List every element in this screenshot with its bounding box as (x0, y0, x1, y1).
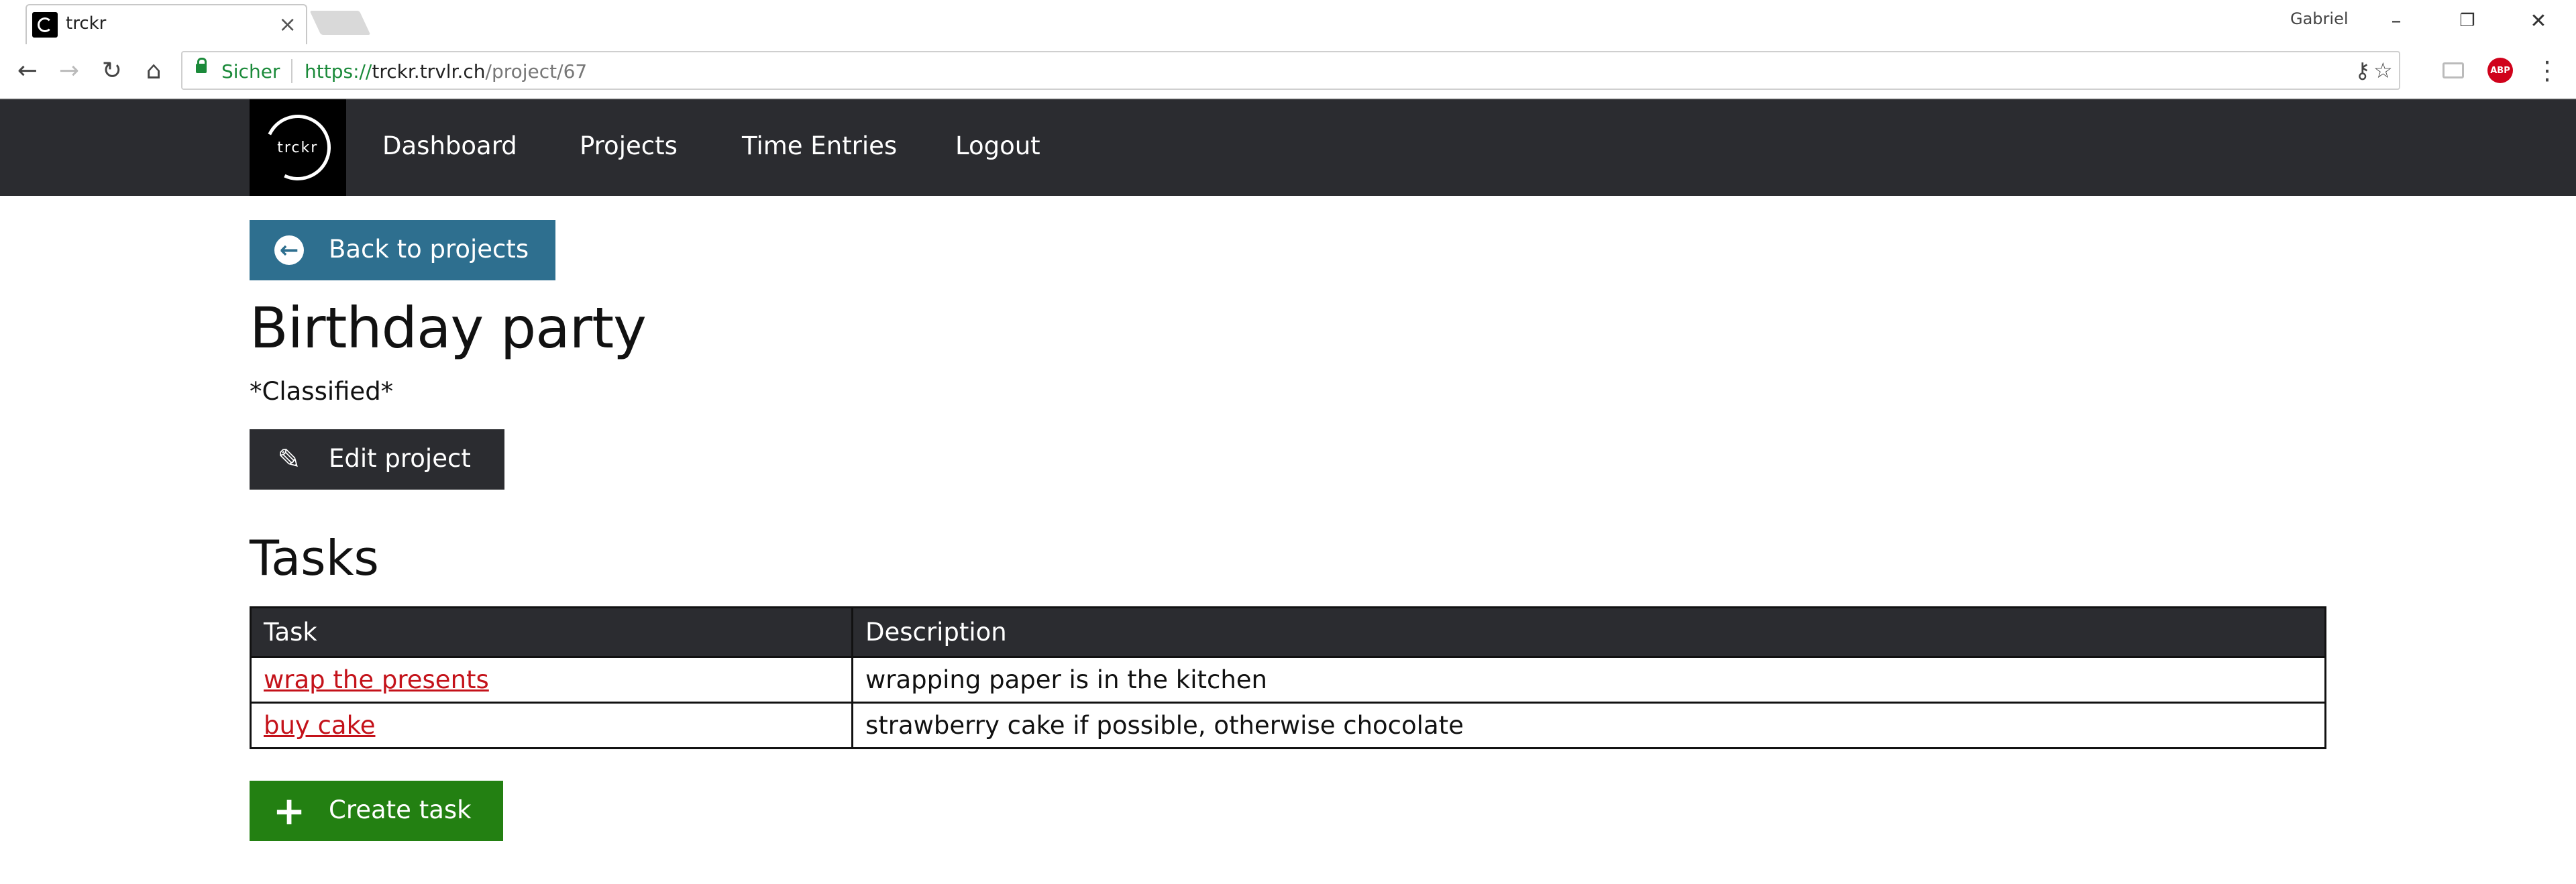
url-path: /project/67 (485, 60, 588, 82)
divider (291, 59, 292, 83)
column-header-task: Task (250, 606, 853, 658)
home-icon[interactable]: ⌂ (137, 54, 170, 87)
task-cell: buy cake (250, 702, 853, 749)
edit-icon: ✎ (277, 443, 301, 476)
tasks-table: Task Description wrap the presents wrapp… (250, 606, 2326, 749)
tab-title: trckr (66, 13, 107, 34)
nav-time-entries[interactable]: Time Entries (742, 131, 897, 160)
description-cell: strawberry cake if possible, otherwise c… (851, 702, 2326, 749)
column-header-description: Description (851, 606, 2326, 658)
edit-project-label: Edit project (329, 444, 471, 473)
menu-icon[interactable]: ⋮ (2532, 55, 2563, 86)
table-header-row: Task Description (250, 606, 2326, 658)
description-cell: wrapping paper is in the kitchen (851, 656, 2326, 704)
nav-logout[interactable]: Logout (955, 131, 1040, 160)
favicon-icon (32, 12, 58, 38)
tasks-heading: Tasks (250, 530, 379, 586)
nav-dashboard[interactable]: Dashboard (382, 131, 517, 160)
reload-icon[interactable]: ↻ (95, 54, 129, 87)
create-task-button[interactable]: + Create task (250, 781, 503, 841)
back-icon[interactable]: ← (11, 54, 44, 87)
task-cell: wrap the presents (250, 656, 853, 704)
browser-tab[interactable]: trckr × (25, 4, 307, 44)
edit-project-button[interactable]: ✎ Edit project (250, 429, 504, 490)
back-to-projects-button[interactable]: ← Back to projects (250, 220, 555, 280)
brand-text: trckr (277, 139, 319, 156)
url-host: trckr.trvlr.ch (372, 60, 486, 82)
bookmark-star-icon[interactable]: ☆ (2373, 58, 2393, 83)
browser-tabstrip: trckr × Gabriel – ❐ ✕ (0, 0, 2576, 44)
close-window-button[interactable]: ✕ (2504, 3, 2573, 39)
create-task-label: Create task (329, 795, 472, 824)
restore-button[interactable]: ❐ (2432, 3, 2502, 39)
table-row: buy cake strawberry cake if possible, ot… (250, 702, 2326, 749)
address-bar[interactable]: Sicher https://trckr.trvlr.ch/project/67… (181, 51, 2400, 90)
app-navbar: trckr Dashboard Projects Time Entries Lo… (0, 99, 2576, 196)
url-scheme: https:// (305, 60, 372, 82)
profile-name[interactable]: Gabriel (2290, 9, 2349, 28)
url-text[interactable]: https://trckr.trvlr.ch/project/67 (305, 60, 587, 82)
arrow-left-circle-icon: ← (274, 235, 305, 266)
page-title: Birthday party (250, 295, 647, 361)
browser-toolbar: ← → ↻ ⌂ Sicher https://trckr.trvlr.ch/pr… (0, 44, 2576, 99)
lock-icon (196, 58, 207, 73)
task-link[interactable]: buy cake (264, 711, 375, 740)
back-to-projects-label: Back to projects (329, 235, 529, 264)
task-link[interactable]: wrap the presents (264, 665, 489, 694)
table-row: wrap the presents wrapping paper is in t… (250, 656, 2326, 704)
new-tab-button[interactable] (309, 11, 371, 35)
brand-logo[interactable]: trckr (250, 99, 346, 196)
minimize-button[interactable]: – (2361, 3, 2431, 39)
secure-label: Sicher (221, 60, 280, 82)
plus-icon: + (272, 788, 306, 834)
forward-icon[interactable]: → (52, 54, 86, 87)
project-description: *Classified* (250, 377, 394, 406)
cast-icon[interactable] (2438, 55, 2469, 86)
tab-close-icon[interactable]: × (278, 11, 297, 38)
adblock-icon[interactable]: ABP (2485, 55, 2516, 86)
nav-projects[interactable]: Projects (580, 131, 678, 160)
key-icon[interactable]: ⚷ (2355, 58, 2370, 83)
